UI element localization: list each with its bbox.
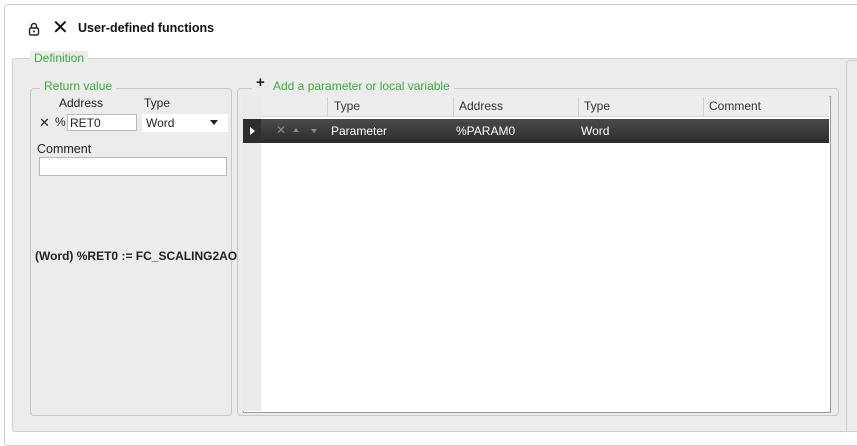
row-header-gutter bbox=[243, 96, 261, 411]
type-header: Type bbox=[144, 96, 171, 110]
move-down-icon[interactable] bbox=[311, 129, 317, 133]
definition-label: Definition bbox=[30, 51, 89, 65]
row-pointer-icon bbox=[250, 127, 255, 135]
column-separator[interactable] bbox=[327, 97, 328, 116]
return-address-input[interactable] bbox=[67, 114, 137, 131]
lock-icon[interactable] bbox=[27, 22, 41, 36]
parameters-grid bbox=[243, 96, 831, 413]
percent-prefix: % bbox=[55, 115, 66, 129]
return-type-value: Word bbox=[146, 116, 175, 130]
add-parameter-link[interactable]: Add a parameter or local variable bbox=[269, 79, 454, 93]
column-header-address[interactable]: Address bbox=[459, 99, 503, 113]
return-value-label: Return value bbox=[40, 79, 117, 93]
column-header-comment[interactable]: Comment bbox=[709, 99, 761, 113]
delete-row-icon[interactable]: ✕ bbox=[276, 123, 286, 137]
column-separator[interactable] bbox=[453, 97, 454, 116]
right-panel-edge bbox=[846, 60, 857, 431]
cell-type[interactable]: Word bbox=[581, 124, 609, 138]
comment-label: Comment bbox=[37, 142, 92, 156]
cell-kind[interactable]: Parameter bbox=[331, 124, 387, 138]
chevron-down-icon[interactable] bbox=[210, 120, 218, 125]
move-up-icon[interactable] bbox=[293, 128, 299, 132]
function-signature: (Word) %RET0 := FC_SCALING2AO() bbox=[35, 249, 246, 263]
page-title: User-defined functions bbox=[78, 21, 215, 35]
cell-address[interactable]: %PARAM0 bbox=[456, 124, 515, 138]
plus-icon[interactable]: + bbox=[252, 75, 269, 90]
column-header-type[interactable]: Type bbox=[334, 99, 360, 113]
comment-field[interactable] bbox=[39, 157, 227, 176]
close-icon[interactable]: ✕ bbox=[52, 18, 69, 38]
address-header: Address bbox=[59, 96, 104, 110]
column-separator[interactable] bbox=[578, 97, 579, 116]
column-separator[interactable] bbox=[703, 97, 704, 116]
clear-return-icon[interactable]: ✕ bbox=[39, 115, 50, 131]
column-header-data-type[interactable]: Type bbox=[584, 99, 610, 113]
